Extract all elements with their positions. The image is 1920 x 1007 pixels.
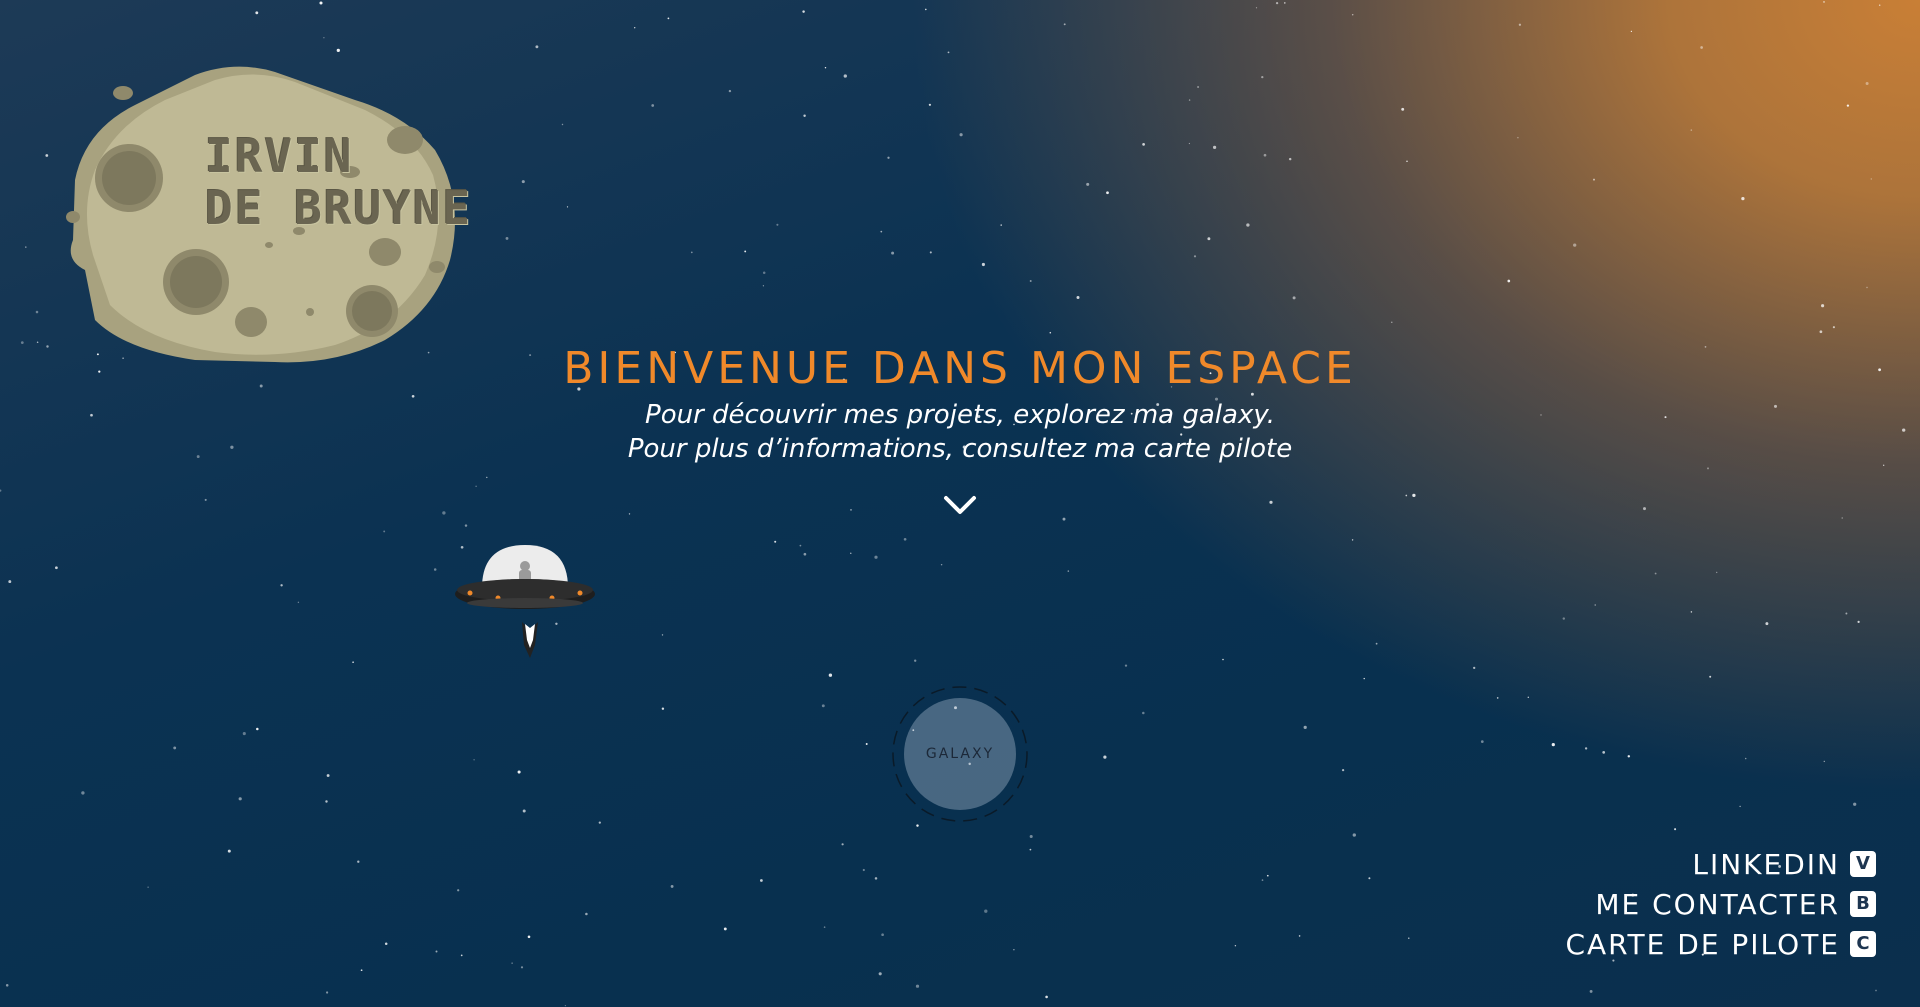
contact-link-label: ME CONTACTER <box>1595 887 1840 921</box>
galaxy-button[interactable]: GALAXY <box>904 698 1016 810</box>
galaxy-button-label: GALAXY <box>925 746 995 762</box>
nav-links: LINKEDIN V ME CONTACTER B CARTE DE PILOT… <box>1565 844 1876 964</box>
asteroid-name-line1: IRVIN <box>205 129 354 183</box>
pilot-card-link-label: CARTE DE PILOTE <box>1565 927 1840 961</box>
chevron-down-icon[interactable] <box>940 490 980 520</box>
asteroid-logo: IRVIN DE BRUYNE <box>55 60 470 370</box>
keyboard-shortcut-badge: B <box>1850 891 1876 917</box>
asteroid-name-line2: DE BRUYNE <box>205 181 473 235</box>
ufo-spaceship <box>450 540 600 665</box>
keyboard-shortcut-badge: C <box>1850 931 1876 957</box>
linkedin-link[interactable]: LINKEDIN V <box>1565 844 1876 884</box>
contact-link[interactable]: ME CONTACTER B <box>1565 884 1876 924</box>
page-title: BIENVENUE DANS MON ESPACE <box>563 343 1357 394</box>
hero-subtitle-line2: Pour plus d’informations, consultez ma c… <box>627 434 1293 464</box>
hero-subtitle-line1: Pour découvrir mes projets, explorez ma … <box>645 400 1275 430</box>
asteroid-name: IRVIN DE BRUYNE <box>205 130 505 234</box>
hero-section: BIENVENUE DANS MON ESPACE Pour découvrir… <box>0 340 1920 466</box>
keyboard-shortcut-badge: V <box>1850 851 1876 877</box>
linkedin-link-label: LINKEDIN <box>1692 847 1840 881</box>
pilot-card-link[interactable]: CARTE DE PILOTE C <box>1565 924 1876 964</box>
galaxy-widget: GALAXY <box>890 684 1030 824</box>
